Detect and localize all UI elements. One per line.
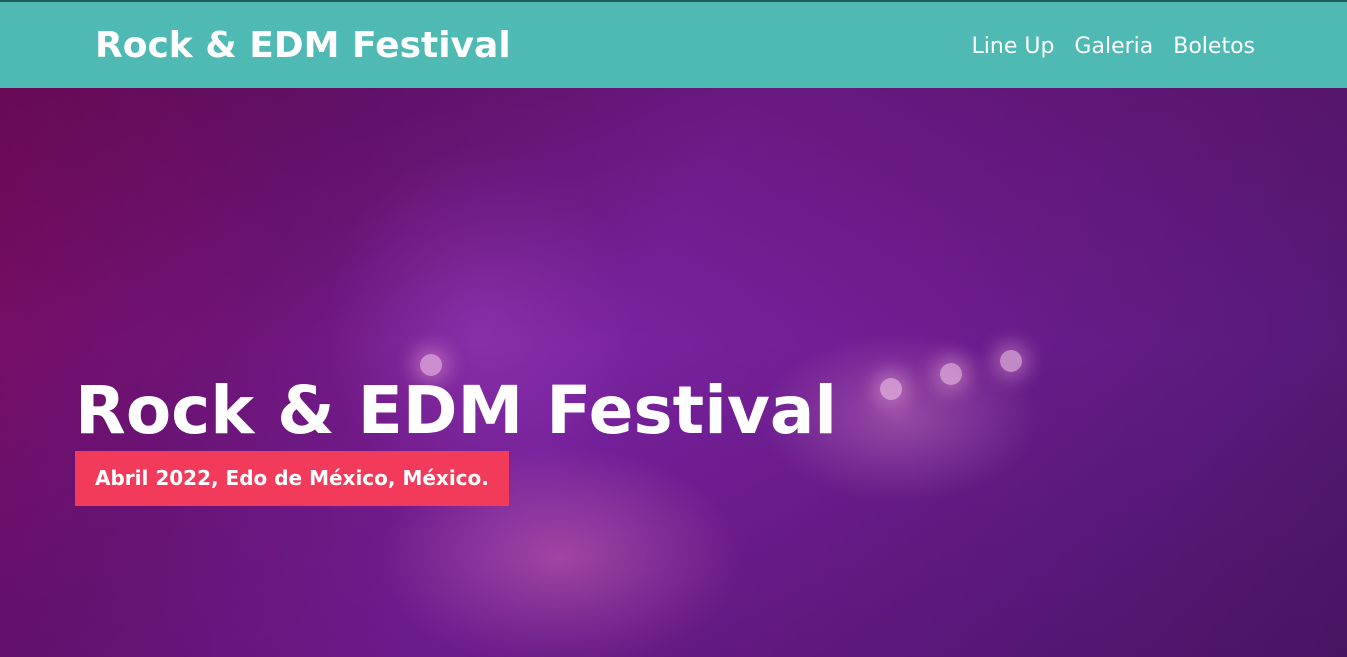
page: Rock & EDM Festival Line Up Galeria Bole… xyxy=(0,0,1347,657)
hero-title: Rock & EDM Festival xyxy=(75,372,838,449)
stage-light xyxy=(880,378,902,400)
nav-link-line-up[interactable]: Line Up xyxy=(972,32,1055,62)
top-navbar: Rock & EDM Festival Line Up Galeria Bole… xyxy=(0,0,1347,88)
event-date-badge: Abril 2022, Edo de México, México. xyxy=(75,451,509,506)
site-logo-link[interactable]: Rock & EDM Festival xyxy=(95,24,511,68)
hero-banner: Rock & EDM Festival Abril 2022, Edo de M… xyxy=(0,88,1347,657)
stage-light xyxy=(940,363,962,385)
stage-light xyxy=(1000,350,1022,372)
main-nav: Line Up Galeria Boletos xyxy=(972,32,1256,62)
nav-link-boletos[interactable]: Boletos xyxy=(1173,32,1255,62)
nav-link-galeria[interactable]: Galeria xyxy=(1074,32,1153,62)
